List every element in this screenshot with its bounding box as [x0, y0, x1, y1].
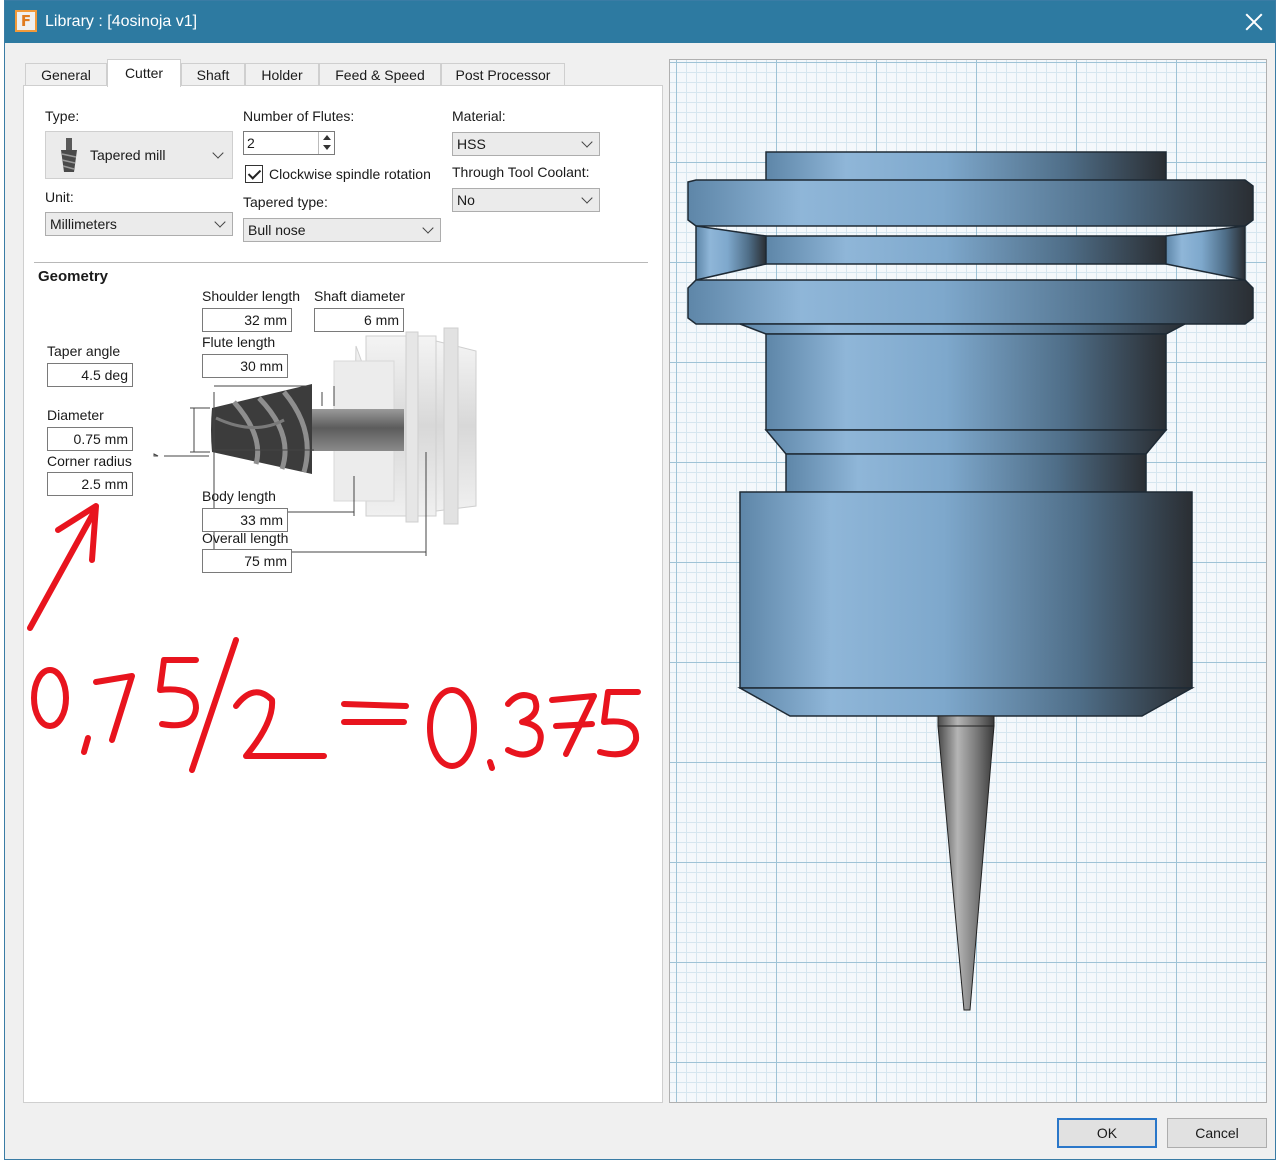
tapered-type-value: Bull nose — [248, 222, 306, 238]
library-dialog: F Library : [4osinoja v1] General Cutter… — [4, 0, 1276, 1160]
chevron-down-icon — [422, 222, 434, 234]
tapered-type-label: Tapered type: — [243, 194, 328, 210]
coolant-value: No — [457, 192, 475, 208]
type-select[interactable]: Tapered mill — [45, 131, 233, 179]
coolant-select[interactable]: No — [452, 188, 600, 212]
type-label: Type: — [45, 108, 80, 124]
corner-radius-label: Corner radius — [47, 453, 132, 469]
chevron-down-icon — [214, 216, 226, 228]
tapered-mill-icon — [61, 138, 77, 172]
ok-button[interactable]: OK — [1057, 1118, 1157, 1148]
geometry-title: Geometry — [38, 268, 109, 285]
title-bar: F Library : [4osinoja v1] — [5, 1, 1275, 43]
material-value: HSS — [457, 136, 486, 152]
body-length-label: Body length — [202, 488, 276, 504]
holder-3d-shape — [687, 151, 1254, 717]
cancel-button[interactable]: Cancel — [1167, 1118, 1267, 1148]
close-icon[interactable] — [1241, 9, 1267, 35]
flutes-label: Number of Flutes: — [243, 108, 355, 124]
taper-angle-label: Taper angle — [47, 343, 121, 359]
shaft-diameter-label: Shaft diameter — [314, 288, 406, 304]
shoulder-length-label: Shoulder length — [202, 288, 301, 304]
shaft-diameter-field[interactable]: 6 mm — [314, 308, 404, 332]
flute-length-label: Flute length — [202, 334, 276, 350]
unit-select[interactable]: Millimeters — [45, 212, 233, 236]
app-logo-icon: F — [15, 10, 37, 32]
chevron-down-icon — [212, 147, 224, 159]
shoulder-length-field[interactable]: 32 mm — [202, 308, 292, 332]
material-select[interactable]: HSS — [452, 132, 600, 156]
stepper-arrows[interactable] — [318, 132, 334, 154]
type-value: Tapered mill — [90, 147, 166, 163]
tab-post-processor[interactable]: Post Processor — [441, 63, 565, 87]
chevron-down-icon — [581, 136, 593, 148]
diameter-field[interactable]: 0.75 mm — [47, 427, 133, 451]
arrow-up-icon[interactable] — [323, 135, 331, 140]
clockwise-checkbox[interactable] — [245, 165, 263, 183]
shank-shape — [309, 409, 404, 451]
overall-length-label: Overall length — [202, 530, 289, 546]
body-length-field[interactable]: 33 mm — [202, 508, 288, 532]
tab-general[interactable]: General — [25, 63, 107, 87]
window-title: Library : [4osinoja v1] — [45, 13, 198, 30]
cutter-panel: Type: Tapered mill Unit: Millimeters Num… — [23, 85, 663, 1103]
tapered-type-select[interactable]: Bull nose — [243, 218, 441, 242]
tab-holder[interactable]: Holder — [245, 63, 319, 87]
unit-value: Millimeters — [50, 216, 117, 232]
tab-feed-speed[interactable]: Feed & Speed — [319, 63, 441, 87]
cutter-shape — [211, 384, 312, 474]
tool-3d-preview[interactable] — [669, 59, 1267, 1103]
material-label: Material: — [452, 108, 506, 124]
taper-angle-field[interactable]: 4.5 deg — [47, 363, 133, 387]
clockwise-label: Clockwise spindle rotation — [269, 166, 431, 182]
coolant-label: Through Tool Coolant: — [452, 164, 590, 180]
flutes-stepper[interactable]: 2 — [243, 131, 335, 155]
tapered-tip-3d-shape — [937, 715, 995, 1011]
overall-length-field[interactable]: 75 mm — [202, 549, 292, 573]
flute-length-field[interactable]: 30 mm — [202, 354, 288, 378]
tab-cutter[interactable]: Cutter — [107, 59, 181, 87]
section-divider — [34, 262, 648, 263]
tool-geometry-diagram — [153, 327, 477, 556]
corner-radius-field[interactable]: 2.5 mm — [47, 472, 133, 496]
chevron-down-icon — [581, 192, 593, 204]
tool-3d-render — [687, 151, 1254, 1011]
unit-label: Unit: — [45, 189, 74, 205]
arrow-down-icon[interactable] — [323, 145, 331, 150]
flutes-value: 2 — [247, 135, 255, 151]
tab-shaft[interactable]: Shaft — [181, 63, 245, 87]
diameter-label: Diameter — [47, 407, 104, 423]
